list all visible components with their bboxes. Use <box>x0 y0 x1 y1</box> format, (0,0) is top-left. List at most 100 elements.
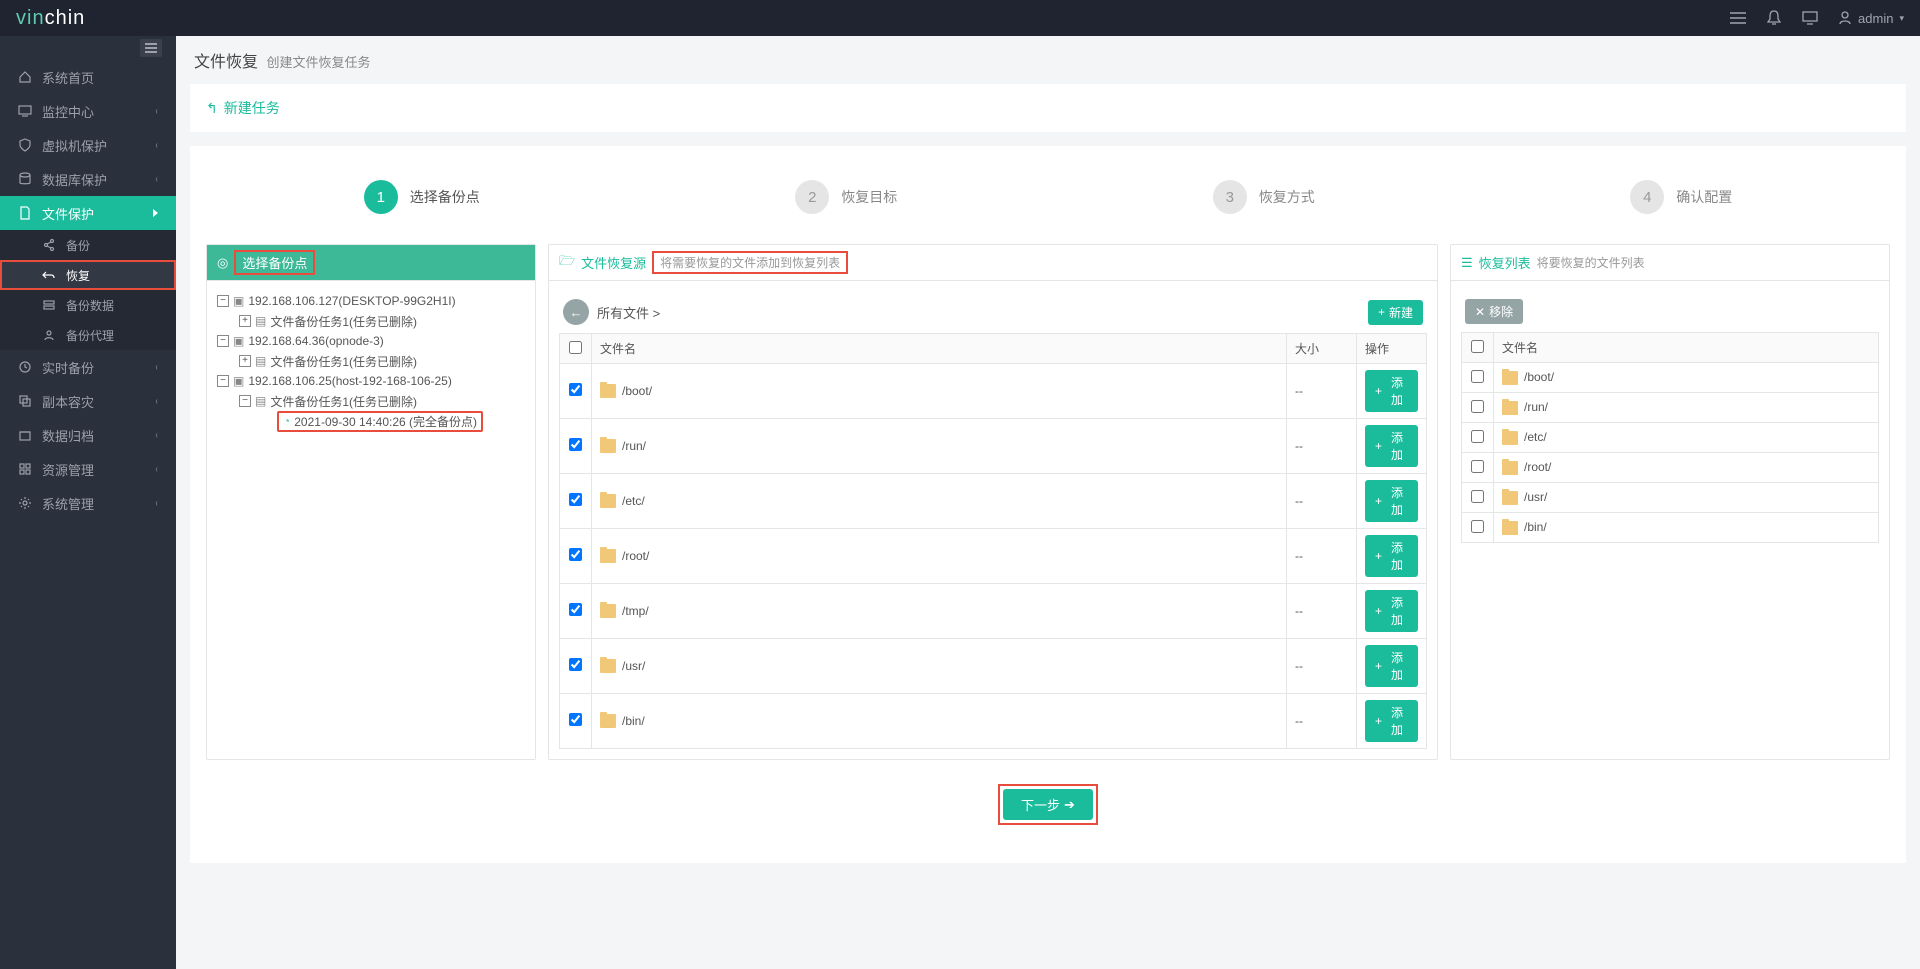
add-button[interactable]: +添加 <box>1365 590 1418 632</box>
tree-node[interactable]: − ▣ 192.168.64.36(opnode-3) <box>217 331 525 351</box>
remove-button[interactable]: ✕移除 <box>1465 299 1523 324</box>
sidebar-sub-item-备份[interactable]: 备份 <box>0 230 176 260</box>
row-checkbox[interactable] <box>1471 400 1484 413</box>
add-button[interactable]: +添加 <box>1365 645 1418 687</box>
tree-node[interactable]: ◔ 2021-09-30 14:40:26 (完全备份点) <box>217 411 525 431</box>
sidebar-item-虚拟机保护[interactable]: 虚拟机保护‹ <box>0 128 176 162</box>
row-checkbox[interactable] <box>569 548 582 561</box>
sidebar-sub-item-恢复[interactable]: 恢复 <box>0 260 176 290</box>
breadcrumb-all-files[interactable]: 所有文件 > <box>597 303 660 322</box>
tree-toggle-icon[interactable]: − <box>217 375 229 387</box>
back-button[interactable]: ← <box>563 299 589 325</box>
sidebar-item-label: 实时备份 <box>42 358 94 377</box>
add-button[interactable]: +添加 <box>1365 480 1418 522</box>
add-button[interactable]: +添加 <box>1365 535 1418 577</box>
tree-node[interactable]: − ▣ 192.168.106.127(DESKTOP-99G2H1I) <box>217 291 525 311</box>
undo-icon <box>42 268 56 282</box>
plus-icon: + <box>1378 305 1385 319</box>
tree-node[interactable]: + ▤ 文件备份任务1(任务已删除) <box>217 311 525 331</box>
folder-icon <box>600 384 616 398</box>
tree-label: 文件备份任务1(任务已删除) <box>270 393 417 410</box>
sidebar-sub-item-备份数据[interactable]: 备份数据 <box>0 290 176 320</box>
chevron-left-icon: ‹ <box>155 174 157 185</box>
sidebar-item-资源管理[interactable]: 资源管理‹ <box>0 452 176 486</box>
clock-icon: ◔ <box>283 414 290 428</box>
cell-filename[interactable]: /tmp/ <box>592 584 1287 639</box>
sidebar-item-系统首页[interactable]: 系统首页 <box>0 60 176 94</box>
row-checkbox[interactable] <box>1471 520 1484 533</box>
row-checkbox[interactable] <box>1471 490 1484 503</box>
user-menu[interactable]: admin ▾ <box>1838 11 1904 26</box>
sidebar-item-实时备份[interactable]: 实时备份‹ <box>0 350 176 384</box>
row-checkbox[interactable] <box>569 603 582 616</box>
tree-node[interactable]: + ▤ 文件备份任务1(任务已删除) <box>217 351 525 371</box>
tree-toggle-icon[interactable]: − <box>239 395 251 407</box>
row-checkbox[interactable] <box>569 713 582 726</box>
notify-list-icon[interactable] <box>1730 10 1746 26</box>
new-folder-button[interactable]: +新建 <box>1368 300 1423 325</box>
step-2[interactable]: 2恢复目标 <box>795 180 897 214</box>
cell-filename[interactable]: /run/ <box>592 419 1287 474</box>
cell-filename[interactable]: /run/ <box>1494 393 1879 423</box>
select-all-restore[interactable] <box>1471 340 1484 353</box>
cell-size: -- <box>1287 639 1357 694</box>
cell-filename[interactable]: /etc/ <box>592 474 1287 529</box>
tree-toggle-icon[interactable]: + <box>239 355 251 367</box>
plus-icon: + <box>1375 384 1382 398</box>
step-4[interactable]: 4确认配置 <box>1630 180 1732 214</box>
row-checkbox[interactable] <box>569 658 582 671</box>
sidebar-item-系统管理[interactable]: 系统管理‹ <box>0 486 176 520</box>
add-button[interactable]: +添加 <box>1365 700 1418 742</box>
row-checkbox[interactable] <box>569 438 582 451</box>
footer: 下一步➔ <box>206 760 1890 849</box>
row-checkbox[interactable] <box>569 383 582 396</box>
cell-filename[interactable]: /etc/ <box>1494 423 1879 453</box>
plus-icon: + <box>1375 439 1382 453</box>
folder-icon <box>600 549 616 563</box>
bell-icon[interactable] <box>1766 10 1782 26</box>
step-number: 4 <box>1630 180 1664 214</box>
tree-node[interactable]: − ▣ 192.168.106.25(host-192-168-106-25) <box>217 371 525 391</box>
cell-filename[interactable]: /boot/ <box>1494 363 1879 393</box>
shield-icon <box>18 138 32 152</box>
tree-toggle-icon[interactable]: − <box>217 295 229 307</box>
panel-wizard: 1选择备份点2恢复目标3恢复方式4确认配置 ◎ 选择备份点 − ▣ 192.16… <box>190 146 1906 863</box>
sidebar-item-文件保护[interactable]: 文件保护 <box>0 196 176 230</box>
tree-label: 192.168.64.36(opnode-3) <box>248 334 383 348</box>
cell-filename[interactable]: /bin/ <box>1494 513 1879 543</box>
archive-icon <box>18 428 32 442</box>
sidebar-sub-item-备份代理[interactable]: 备份代理 <box>0 320 176 350</box>
cell-filename[interactable]: /root/ <box>592 529 1287 584</box>
gear-icon <box>18 496 32 510</box>
add-button[interactable]: +添加 <box>1365 425 1418 467</box>
row-checkbox[interactable] <box>1471 370 1484 383</box>
data-icon <box>42 298 56 312</box>
target-icon: ◎ <box>217 255 228 271</box>
cell-filename[interactable]: /root/ <box>1494 453 1879 483</box>
add-button[interactable]: +添加 <box>1365 370 1418 412</box>
row-checkbox[interactable] <box>1471 430 1484 443</box>
row-checkbox[interactable] <box>1471 460 1484 473</box>
source-files-table: 文件名 大小 操作 /boot/--+添加/run/--+添加/etc/--+添… <box>559 333 1427 749</box>
chevron-left-icon: ‹ <box>155 106 157 117</box>
tree-label: 2021-09-30 14:40:26 (完全备份点) <box>294 413 477 430</box>
cell-filename[interactable]: /usr/ <box>1494 483 1879 513</box>
sidebar-item-数据归档[interactable]: 数据归档‹ <box>0 418 176 452</box>
step-3[interactable]: 3恢复方式 <box>1213 180 1315 214</box>
tree-toggle-icon[interactable]: + <box>239 315 251 327</box>
cell-filename[interactable]: /boot/ <box>592 364 1287 419</box>
sidebar-toggle[interactable] <box>0 36 176 60</box>
select-all-source[interactable] <box>569 341 582 354</box>
screen-icon[interactable] <box>1802 10 1818 26</box>
plus-icon: + <box>1375 494 1382 508</box>
cell-filename[interactable]: /usr/ <box>592 639 1287 694</box>
step-1[interactable]: 1选择备份点 <box>364 180 480 214</box>
sidebar-item-数据库保护[interactable]: 数据库保护‹ <box>0 162 176 196</box>
sidebar-item-监控中心[interactable]: 监控中心‹ <box>0 94 176 128</box>
row-checkbox[interactable] <box>569 493 582 506</box>
tree-node[interactable]: − ▤ 文件备份任务1(任务已删除) <box>217 391 525 411</box>
next-button[interactable]: 下一步➔ <box>1003 789 1093 820</box>
cell-filename[interactable]: /bin/ <box>592 694 1287 749</box>
sidebar-item-副本容灾[interactable]: 副本容灾‹ <box>0 384 176 418</box>
tree-toggle-icon[interactable]: − <box>217 335 229 347</box>
